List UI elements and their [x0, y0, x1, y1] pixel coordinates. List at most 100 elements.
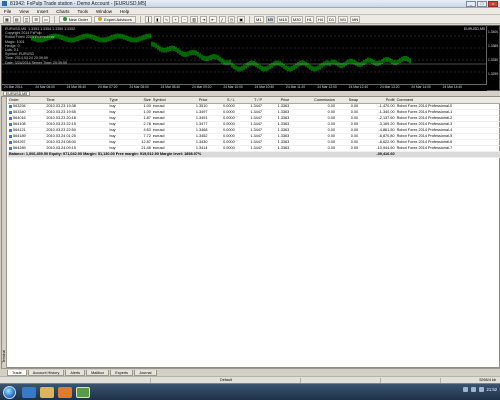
menu-view[interactable]: View: [19, 9, 29, 14]
new-order-button[interactable]: New Order: [58, 15, 93, 23]
maximize-button[interactable]: □: [477, 1, 487, 7]
timeframe-h1[interactable]: H1: [304, 15, 314, 23]
price-axis-label: 1.3400: [488, 30, 499, 34]
expert-advisors-button[interactable]: Expert Advisors: [94, 15, 136, 23]
templates-icon[interactable]: ▣: [237, 15, 245, 23]
timeframe-m30[interactable]: M30: [290, 15, 303, 23]
order-icon: [9, 122, 12, 126]
menu-insert[interactable]: Insert: [37, 9, 48, 14]
price-axis-label: 1.3330: [488, 58, 499, 62]
zoom-in-icon[interactable]: +: [172, 15, 180, 23]
order-number: 564289: [13, 146, 26, 150]
order-number: 563294: [13, 104, 26, 108]
terminal-tabs: Trade Account History Alerts Mailbox Experts…: [1, 368, 500, 376]
time-axis-label: 24 Mar 14:00: [411, 85, 431, 89]
trading-app-taskbar-icon[interactable]: [76, 387, 90, 398]
time-axis-label: 24 Mar 14:40: [442, 85, 463, 89]
timeframe-m15[interactable]: M15: [277, 15, 289, 23]
order-number: 564108: [13, 122, 26, 126]
new-order-icon: [62, 17, 67, 21]
start-button[interactable]: [3, 386, 16, 399]
market-watch-icon[interactable]: ◫: [22, 15, 31, 23]
timeframe-w1[interactable]: W1: [338, 15, 349, 23]
line-chart-icon[interactable]: ∿: [162, 15, 171, 23]
tile-windows-icon[interactable]: ▥: [190, 15, 198, 23]
candlestick-icon[interactable]: ▮: [153, 15, 161, 23]
ie-taskbar-icon[interactable]: [22, 387, 36, 398]
terminal-icon[interactable]: ▭: [41, 15, 50, 23]
main-toolbar: ▦ ▤ ◫ ☰ ▭ New Order Expert Advisors ┃ ▮ …: [0, 15, 500, 24]
order-icon: [9, 104, 12, 108]
new-chart-icon[interactable]: ▦: [3, 15, 11, 23]
autoscroll-icon[interactable]: ⇥: [200, 15, 208, 23]
price-axis-label: 1.3295: [488, 72, 499, 76]
time-axis-label: 24 Mar 10:40: [254, 85, 275, 89]
system-tray: 21:52: [462, 387, 497, 392]
status-connection: 5266/4 kb: [479, 378, 496, 382]
menu-tools[interactable]: Tools: [77, 9, 88, 14]
menu-charts[interactable]: Charts: [56, 9, 69, 14]
time-axis-label: 24 Mar 10:00: [223, 85, 243, 89]
time-axis-label: 24 Mar 11:20: [286, 85, 306, 89]
order-icon: [9, 146, 12, 150]
clock[interactable]: 21:52: [487, 387, 497, 392]
time-axis-label: 24 Mar 12:00: [317, 85, 337, 89]
menu-file[interactable]: File: [4, 9, 11, 14]
price-chart[interactable]: [2, 26, 487, 84]
expert-advisors-label: Expert Advisors: [104, 16, 132, 22]
status-profile: Default: [220, 378, 233, 382]
zoom-out-icon[interactable]: −: [181, 15, 189, 23]
flag-icon[interactable]: [478, 387, 484, 392]
order-icon: [9, 140, 12, 144]
toolbar-separator: [53, 15, 55, 23]
windows-taskbar: 21:52: [0, 383, 500, 400]
timeframe-mn[interactable]: MN: [350, 15, 361, 23]
time-axis-label: 24 Mar 09:20: [192, 85, 212, 89]
close-button[interactable]: ×: [488, 1, 498, 7]
window-title: 81942: FxPulp Trade station - Demo Accou…: [10, 0, 147, 7]
order-number: 564189: [13, 134, 26, 138]
time-axis-label: 24 Mar 2014: [4, 85, 23, 89]
order-number: 564016: [13, 116, 26, 120]
chart-shift-icon[interactable]: ⇤: [209, 15, 217, 23]
minimize-button[interactable]: _: [466, 1, 476, 7]
network-icon[interactable]: [462, 387, 468, 392]
order-number: 563340: [13, 110, 26, 114]
chart-window[interactable]: EURUSD,M5 1.3353 1.3354 1.3350 1.3352 Cop…: [1, 25, 500, 91]
status-bar: Default 5266/4 kb: [0, 376, 500, 383]
indicators-icon[interactable]: ƒ: [218, 15, 226, 23]
balance-summary: Balance: 1,006,459.50 Equity: 971,042.90…: [8, 150, 360, 158]
terminal-sidebar[interactable]: Terminal: [2, 97, 7, 369]
time-axis[interactable]: 24 Mar 2014 24 Mar 06:00 24 Mar 06:40 24 Ma…: [2, 84, 487, 91]
time-axis-label: 24 Mar 08:40: [160, 85, 181, 89]
title-bar: 81942: FxPulp Trade station - Demo Accou…: [0, 0, 500, 8]
order-number: 564267: [13, 140, 26, 144]
terminal-panel: Terminal Order Time Type Size Symbol Price S /…: [1, 96, 500, 369]
navigator-icon[interactable]: ☰: [32, 15, 40, 23]
total-profit: -39,416.60: [359, 150, 396, 158]
timeframe-d1[interactable]: D1: [326, 15, 337, 23]
bar-chart-icon[interactable]: ┃: [144, 15, 152, 23]
timeframe-h4[interactable]: H4: [315, 15, 325, 23]
menu-help[interactable]: Help: [120, 9, 129, 14]
periods-icon[interactable]: ◷: [227, 15, 236, 23]
terminal-side-label: Terminal: [2, 350, 6, 363]
toolbar-separator: [249, 15, 250, 23]
timeframe-m1[interactable]: M1: [254, 15, 264, 23]
timeframe-m5[interactable]: M5: [265, 15, 276, 23]
new-order-label: New Order: [68, 16, 89, 22]
explorer-taskbar-icon[interactable]: [40, 387, 54, 398]
profiles-icon[interactable]: ▤: [12, 15, 21, 23]
media-taskbar-icon[interactable]: [58, 387, 72, 398]
balance-row: Balance: 1,006,459.50 Equity: 971,042.90…: [8, 150, 500, 158]
time-axis-label: 24 Mar 06:00: [35, 85, 55, 89]
price-axis-label: 1.3365: [488, 44, 499, 48]
menu-bar: File View Insert Charts Tools Window Hel…: [0, 8, 500, 15]
menu-window[interactable]: Window: [96, 9, 112, 14]
price-axis[interactable]: 1.3400 1.3365 1.3330 1.3295: [486, 26, 499, 84]
time-axis-label: 24 Mar 13:20: [380, 85, 400, 89]
toolbar-separator: [139, 15, 141, 23]
expert-advisors-icon: [98, 17, 103, 21]
order-number: 564121: [13, 128, 26, 132]
volume-icon[interactable]: [470, 387, 476, 392]
